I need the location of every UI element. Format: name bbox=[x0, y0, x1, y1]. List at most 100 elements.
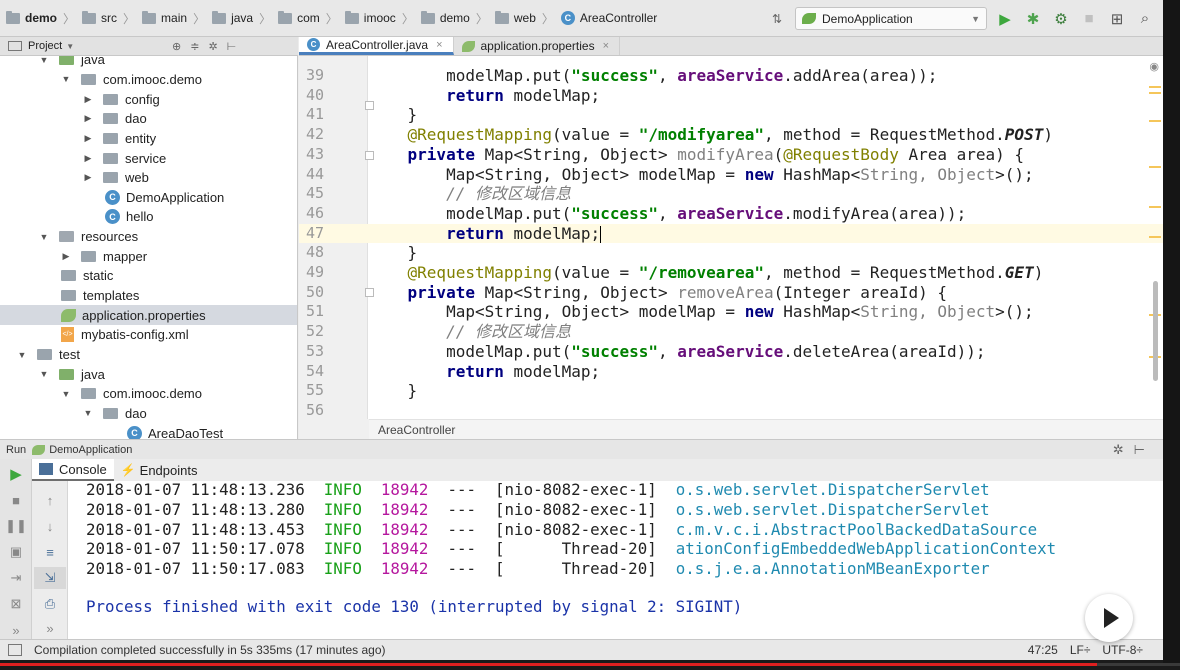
tab-endpoints[interactable]: ⚡ Endpoints bbox=[114, 459, 205, 481]
project-structure-icon[interactable]: ⊞ bbox=[1107, 9, 1127, 29]
print-icon[interactable]: ⎙ bbox=[34, 593, 66, 615]
chevron-down-icon[interactable]: ▼ bbox=[39, 56, 49, 65]
tree-item[interactable]: ▶ dao bbox=[83, 109, 147, 129]
breadcrumb-item[interactable]: java 〉 bbox=[212, 10, 278, 27]
tree-item[interactable]: C DemoApplication bbox=[105, 188, 224, 208]
breadcrumb-item[interactable]: demo 〉 bbox=[6, 10, 82, 27]
collapse-icon[interactable]: ≑ bbox=[190, 40, 199, 53]
restore-layout-icon[interactable]: ⇥ bbox=[0, 567, 32, 589]
tree-item[interactable]: C AreaDaoTest bbox=[127, 423, 223, 439]
log-line: 2018-01-07 11:48:13.280 INFO 18942 --- [… bbox=[86, 500, 990, 520]
chevron-down-icon[interactable]: ▼ bbox=[66, 42, 74, 51]
warning-marker[interactable] bbox=[1149, 166, 1161, 168]
camera-icon[interactable]: ▣ bbox=[0, 541, 32, 563]
pause-icon[interactable]: ❚❚ bbox=[0, 515, 32, 537]
tab-console[interactable]: Console bbox=[32, 459, 114, 481]
tree-item[interactable]: ▼ resources bbox=[39, 227, 139, 247]
warning-marker[interactable] bbox=[1149, 86, 1161, 88]
chevron-down-icon[interactable]: ▼ bbox=[61, 389, 71, 399]
pin-icon[interactable]: ⊠ bbox=[0, 593, 32, 615]
more-icon[interactable]: » bbox=[34, 617, 66, 639]
breadcrumb-item[interactable]: com 〉 bbox=[278, 10, 345, 27]
fold-marker[interactable] bbox=[365, 101, 374, 110]
tree-item[interactable]: ▶ mapper bbox=[61, 247, 148, 267]
editor-tab[interactable]: application.properties × bbox=[454, 37, 621, 55]
chevron-right-icon[interactable]: ▶ bbox=[83, 153, 93, 164]
chevron-down-icon[interactable]: ▼ bbox=[39, 232, 49, 242]
tree-item[interactable]: ▼ com.imooc.demo bbox=[61, 70, 202, 90]
sort-icon[interactable]: ⇅ bbox=[767, 9, 787, 29]
chevron-down-icon[interactable]: ▼ bbox=[17, 350, 27, 360]
close-icon[interactable]: × bbox=[436, 39, 442, 51]
code-token: "success" bbox=[571, 66, 658, 85]
tree-item[interactable]: ▼ java bbox=[39, 56, 105, 70]
soft-wrap-icon[interactable]: ≡ bbox=[34, 541, 66, 563]
tree-item[interactable]: ▼ java bbox=[39, 364, 105, 384]
more-icon[interactable]: » bbox=[0, 619, 32, 641]
project-panel-title[interactable]: Project bbox=[28, 40, 62, 52]
log-level: INFO bbox=[323, 499, 362, 519]
breadcrumb-item[interactable]: web 〉 bbox=[494, 10, 561, 27]
line-separator[interactable]: LF÷ bbox=[1070, 643, 1091, 657]
scroll-down-icon[interactable]: ↓ bbox=[34, 515, 66, 537]
chevron-right-icon[interactable]: ▶ bbox=[61, 251, 71, 262]
tree-item[interactable]: </> mybatis-config.xml bbox=[61, 325, 189, 345]
chevron-down-icon[interactable]: ▼ bbox=[61, 74, 71, 84]
tree-item[interactable]: ▶ config bbox=[83, 89, 160, 109]
warning-marker[interactable] bbox=[1149, 206, 1161, 208]
toggle-panels-icon[interactable] bbox=[8, 644, 22, 656]
tree-item[interactable]: ▶ web bbox=[83, 168, 149, 188]
tree-item[interactable]: ▼ com.imooc.demo bbox=[61, 384, 202, 404]
video-progress-bar[interactable] bbox=[0, 663, 1180, 666]
fold-marker[interactable] bbox=[365, 151, 374, 160]
run-panel-config[interactable]: DemoApplication bbox=[49, 444, 132, 456]
cursor-position[interactable]: 47:25 bbox=[1028, 643, 1058, 657]
status-message[interactable]: Compilation completed successfully in 5s… bbox=[34, 643, 386, 657]
tree-item[interactable]: ▶ service bbox=[83, 148, 167, 168]
tree-item[interactable]: ▼ dao bbox=[83, 404, 147, 424]
stop-icon[interactable]: ■ bbox=[1079, 9, 1099, 29]
tree-item[interactable]: templates bbox=[61, 286, 139, 306]
chevron-right-icon[interactable]: ▶ bbox=[83, 133, 93, 144]
breadcrumb-item[interactable]: main 〉 bbox=[142, 10, 212, 27]
warning-marker[interactable] bbox=[1149, 236, 1161, 238]
run-icon[interactable]: ▶ bbox=[995, 9, 1015, 29]
debug-icon[interactable]: ✱ bbox=[1023, 9, 1043, 29]
tree-item[interactable]: Chello bbox=[105, 207, 153, 227]
warning-marker[interactable] bbox=[1149, 92, 1161, 94]
code-editor[interactable]: 39 modelMap.put("success", areaService.a… bbox=[299, 56, 1163, 419]
warning-marker[interactable] bbox=[1149, 120, 1161, 122]
console-output[interactable]: 2018-01-07 11:48:13.236 INFO 18942 --- [… bbox=[68, 481, 1163, 639]
gear-icon[interactable]: ✲ bbox=[208, 40, 217, 53]
editor-tab[interactable]: C AreaController.java × bbox=[299, 37, 454, 55]
scroll-to-end-icon[interactable]: ⇲ bbox=[34, 567, 66, 589]
coverage-icon[interactable]: ⚙ bbox=[1051, 9, 1071, 29]
tree-item[interactable]: static bbox=[61, 266, 113, 286]
run-configuration-select[interactable]: DemoApplication ▼ bbox=[795, 7, 987, 30]
scroll-up-icon[interactable]: ↑ bbox=[34, 489, 66, 511]
chevron-right-icon[interactable]: ▶ bbox=[83, 113, 93, 124]
breadcrumb-item[interactable]: demo 〉 bbox=[420, 10, 495, 27]
tree-item[interactable]: application.properties bbox=[0, 305, 297, 326]
chevron-down-icon[interactable]: ▼ bbox=[39, 369, 49, 379]
tree-item[interactable]: ▼ test bbox=[17, 345, 80, 365]
tree-item[interactable]: ▶ entity bbox=[83, 129, 157, 149]
breadcrumb-item[interactable]: C AreaController bbox=[560, 11, 657, 25]
rerun-icon[interactable]: ▶ bbox=[0, 463, 32, 485]
breadcrumb-item[interactable]: imooc 〉 bbox=[344, 10, 421, 27]
chevron-right-icon[interactable]: ▶ bbox=[83, 172, 93, 183]
editor-breadcrumb-class[interactable]: AreaController bbox=[378, 423, 455, 437]
breadcrumb-item[interactable]: src 〉 bbox=[82, 10, 142, 27]
fold-marker[interactable] bbox=[365, 288, 374, 297]
search-icon[interactable]: ⌕ bbox=[1135, 9, 1155, 29]
chevron-right-icon[interactable]: ▶ bbox=[83, 94, 93, 105]
stop-icon[interactable]: ■ bbox=[0, 489, 32, 511]
gear-icon[interactable]: ✲⊢ bbox=[1113, 442, 1155, 458]
chevron-down-icon[interactable]: ▼ bbox=[83, 408, 93, 418]
editor-scrollbar[interactable] bbox=[1153, 281, 1158, 381]
video-play-button[interactable] bbox=[1085, 594, 1133, 642]
hide-icon[interactable]: ⊢ bbox=[227, 40, 237, 53]
close-icon[interactable]: × bbox=[603, 40, 609, 52]
locate-icon[interactable]: ⊕ bbox=[172, 40, 181, 53]
file-encoding[interactable]: UTF-8÷ bbox=[1102, 643, 1143, 657]
